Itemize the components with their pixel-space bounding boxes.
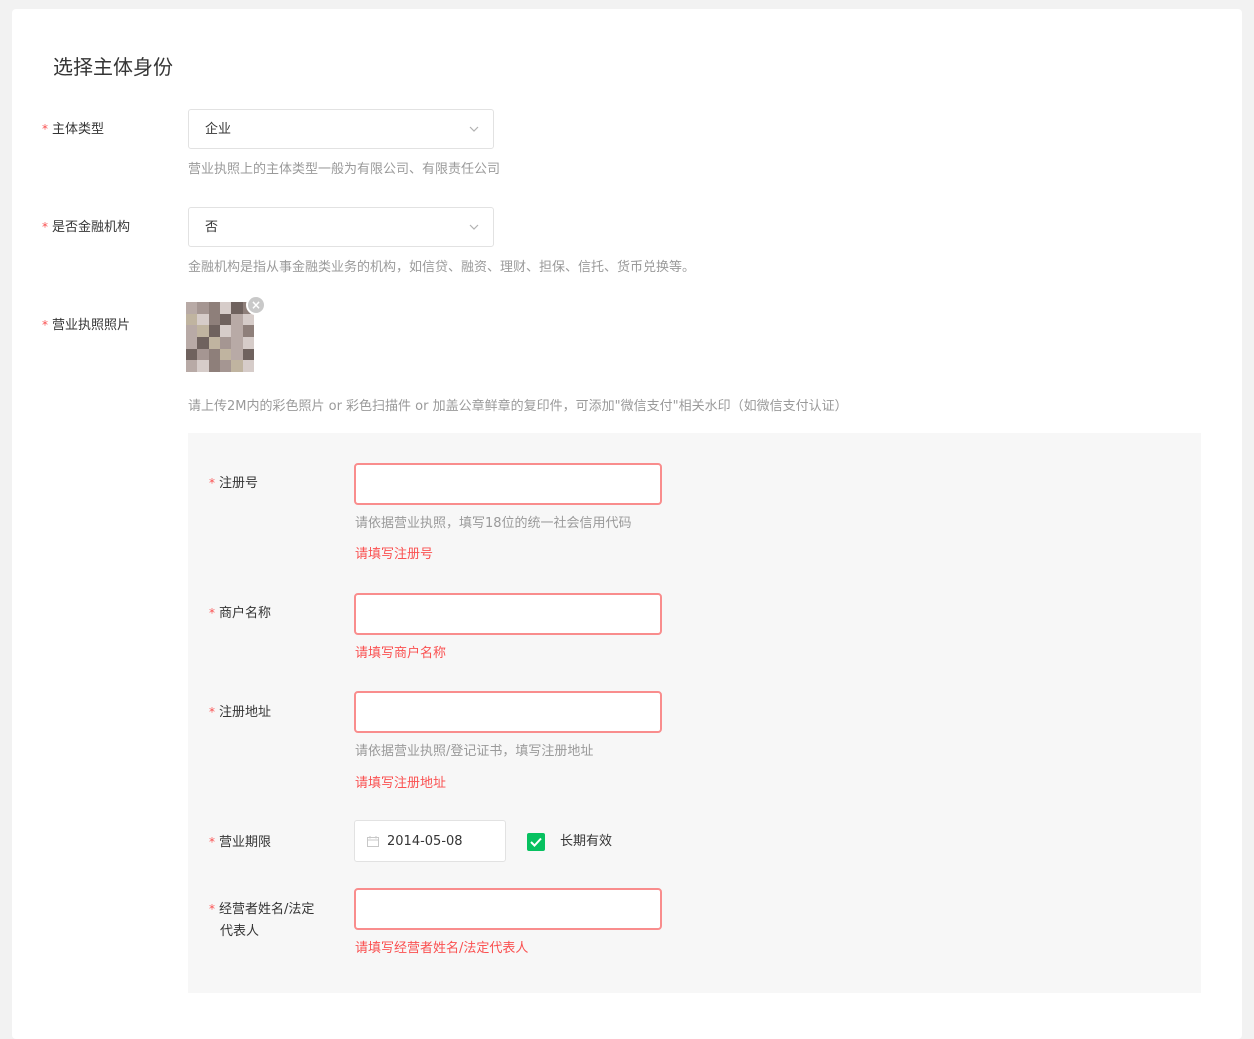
check-icon	[530, 837, 542, 847]
registered-address-error: 请填写注册地址	[355, 776, 447, 791]
registration-number-label-text: 注册号	[219, 476, 259, 491]
business-term-label: * 营业期限	[209, 832, 271, 853]
required-mark: *	[209, 476, 215, 490]
required-mark: *	[42, 318, 48, 332]
merchant-name-label-text: 商户名称	[219, 606, 272, 621]
registration-number-label: * 注册号	[209, 473, 258, 494]
required-mark: *	[42, 220, 48, 234]
subject-type-label: * 主体类型	[42, 119, 104, 140]
registered-address-input[interactable]	[354, 691, 662, 733]
financial-institution-label: * 是否金融机构	[42, 217, 130, 238]
subject-type-label-text: 主体类型	[52, 122, 105, 137]
calendar-icon	[367, 836, 379, 847]
required-mark: *	[209, 902, 215, 916]
business-term-label-text: 营业期限	[219, 835, 272, 850]
remove-photo-button[interactable]: ×	[246, 295, 266, 315]
business-term-date-picker[interactable]: 2014-05-08	[354, 820, 506, 862]
registered-address-label-text: 注册地址	[219, 705, 272, 720]
financial-institution-select[interactable]: 否	[188, 207, 494, 247]
close-icon: ×	[250, 298, 262, 312]
required-mark: *	[42, 122, 48, 136]
registered-address-label: * 注册地址	[209, 702, 271, 723]
required-mark: *	[209, 606, 215, 620]
merchant-name-label: * 商户名称	[209, 603, 271, 624]
license-photo-label-text: 营业执照照片	[52, 318, 131, 333]
license-photo-thumbnail[interactable]	[186, 302, 256, 372]
registration-number-input[interactable]	[354, 463, 662, 505]
license-photo-hint: 请上传2M内的彩色照片 or 彩色扫描件 or 加盖公章鲜章的复印件，可添加"微…	[188, 399, 848, 414]
financial-institution-hint: 金融机构是指从事金融类业务的机构，如信贷、融资、理财、担保、信托、货币兑换等。	[188, 260, 696, 275]
operator-name-error: 请填写经营者姓名/法定代表人	[355, 941, 529, 956]
subject-type-select[interactable]: 企业	[188, 109, 494, 149]
merchant-name-input[interactable]	[354, 593, 662, 635]
operator-name-label: * 经营者姓名/法定	[209, 899, 314, 920]
long-term-label[interactable]: 长期有效	[560, 832, 612, 852]
license-details-panel	[188, 433, 1201, 993]
required-mark: *	[209, 705, 215, 719]
registration-number-error: 请填写注册号	[355, 547, 434, 562]
license-photo-label: * 营业执照照片	[42, 315, 130, 336]
registration-number-hint: 请依据营业执照，填写18位的统一社会信用代码	[355, 516, 632, 531]
financial-institution-label-text: 是否金融机构	[52, 220, 131, 235]
subject-type-hint: 营业执照上的主体类型一般为有限公司、有限责任公司	[188, 162, 501, 177]
chevron-down-icon	[469, 224, 479, 230]
operator-name-label-line2: 代表人	[220, 924, 260, 939]
page-title: 选择主体身份	[53, 55, 173, 79]
financial-institution-value: 否	[205, 220, 219, 235]
license-photo-image	[186, 302, 254, 372]
subject-type-value: 企业	[205, 122, 232, 137]
chevron-down-icon	[469, 126, 479, 132]
operator-name-label-line1: 经营者姓名/法定	[219, 902, 315, 917]
long-term-checkbox[interactable]	[527, 833, 545, 851]
merchant-name-error: 请填写商户名称	[355, 646, 447, 661]
form-card: 选择主体身份 * 主体类型 企业 营业执照上的主体类型一般为有限公司、有限责任公司…	[12, 9, 1242, 1039]
operator-name-input[interactable]	[354, 888, 662, 930]
required-mark: *	[209, 835, 215, 849]
business-term-date-value: 2014-05-08	[387, 834, 463, 849]
registered-address-hint: 请依据营业执照/登记证书，填写注册地址	[355, 744, 594, 759]
